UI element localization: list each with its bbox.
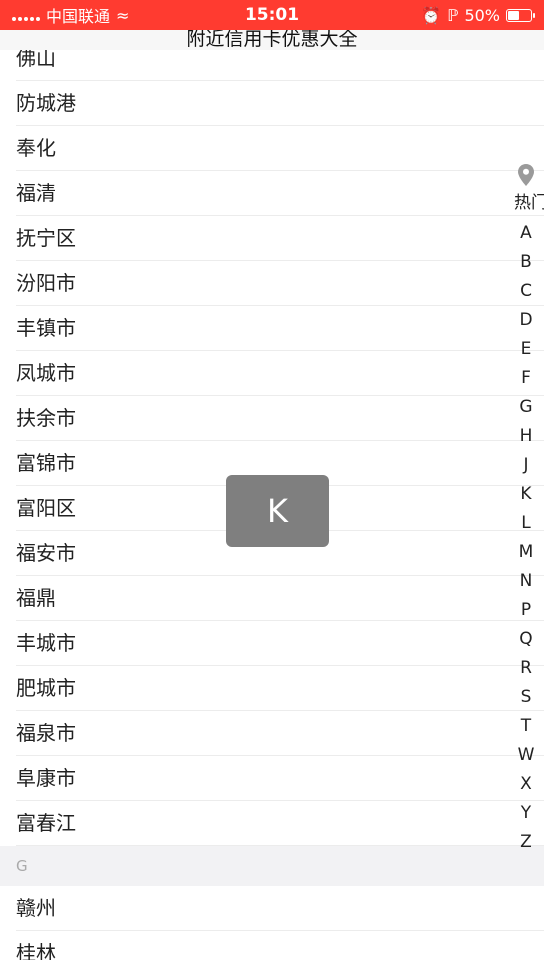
index-toast: K (226, 475, 329, 547)
list-item[interactable]: 扶余市 (16, 396, 544, 441)
alarm-icon: ⏰ (421, 5, 442, 25)
index-letter-z[interactable]: Z (520, 828, 532, 857)
status-time: 15:01 (244, 5, 300, 25)
index-letter-m[interactable]: M (519, 538, 534, 567)
list-item[interactable]: 肥城市 (16, 666, 544, 711)
index-letter-q[interactable]: Q (519, 625, 532, 654)
list-item[interactable]: 防城港 (16, 81, 544, 126)
index-letter-p[interactable]: P (521, 596, 531, 625)
index-letter-s[interactable]: S (521, 683, 532, 712)
index-letter-e[interactable]: E (521, 335, 532, 364)
battery-icon (506, 8, 535, 22)
carrier-label: 中国联通 (46, 7, 111, 26)
list-item[interactable]: 凤城市 (16, 351, 544, 396)
index-letter-g[interactable]: G (519, 393, 532, 422)
list-item[interactable]: 福泉市 (16, 711, 544, 756)
index-letter-w[interactable]: W (518, 741, 535, 770)
battery-percent: 50% (464, 5, 500, 25)
section-header: G (0, 846, 544, 886)
index-letter-d[interactable]: D (519, 306, 532, 335)
index-letter-a[interactable]: A (520, 219, 532, 248)
alphabet-index[interactable]: 热门 ABCDEFGHJKLMNPQRSTWXYZ (508, 164, 544, 857)
list-item[interactable]: 奉化 (16, 126, 544, 171)
index-hot[interactable]: 热门 (514, 188, 544, 213)
index-letter-y[interactable]: Y (521, 799, 531, 828)
list-item[interactable]: 福鼎 (16, 576, 544, 621)
battery-fill (508, 10, 519, 20)
list-item[interactable]: 桂林 (16, 931, 544, 960)
list-item[interactable]: 赣州 (16, 886, 544, 931)
page-title: 附近信用卡优惠大全 (0, 30, 544, 50)
index-letter-b[interactable]: B (520, 248, 532, 277)
index-letter-l[interactable]: L (521, 509, 530, 538)
index-letter-r[interactable]: R (520, 654, 532, 683)
index-letter-n[interactable]: N (520, 567, 533, 596)
list-item[interactable]: 福清 (16, 171, 544, 216)
list-item[interactable]: 丰镇市 (16, 306, 544, 351)
index-letter-c[interactable]: C (520, 277, 532, 306)
list-item[interactable]: 汾阳市 (16, 261, 544, 306)
index-letter-h[interactable]: H (520, 422, 533, 451)
list-item[interactable]: 阜康市 (16, 756, 544, 801)
index-letter-x[interactable]: X (520, 770, 532, 799)
wifi-icon: ≈ (116, 5, 130, 25)
list-item[interactable]: 富春江 (16, 801, 544, 846)
signal-icon (12, 9, 40, 21)
location-pin-icon[interactable] (518, 164, 534, 186)
status-bar: 中国联通 ≈ 15:01 ⏰ ℙ 50% (0, 0, 544, 30)
list-item[interactable]: 丰城市 (16, 621, 544, 666)
bluetooth-icon: ℙ (447, 5, 459, 25)
index-letter-f[interactable]: F (521, 364, 531, 393)
index-letter-t[interactable]: T (521, 712, 531, 741)
index-letter-j[interactable]: J (523, 451, 528, 480)
list-item[interactable]: 抚宁区 (16, 216, 544, 261)
index-letter-k[interactable]: K (520, 480, 531, 509)
